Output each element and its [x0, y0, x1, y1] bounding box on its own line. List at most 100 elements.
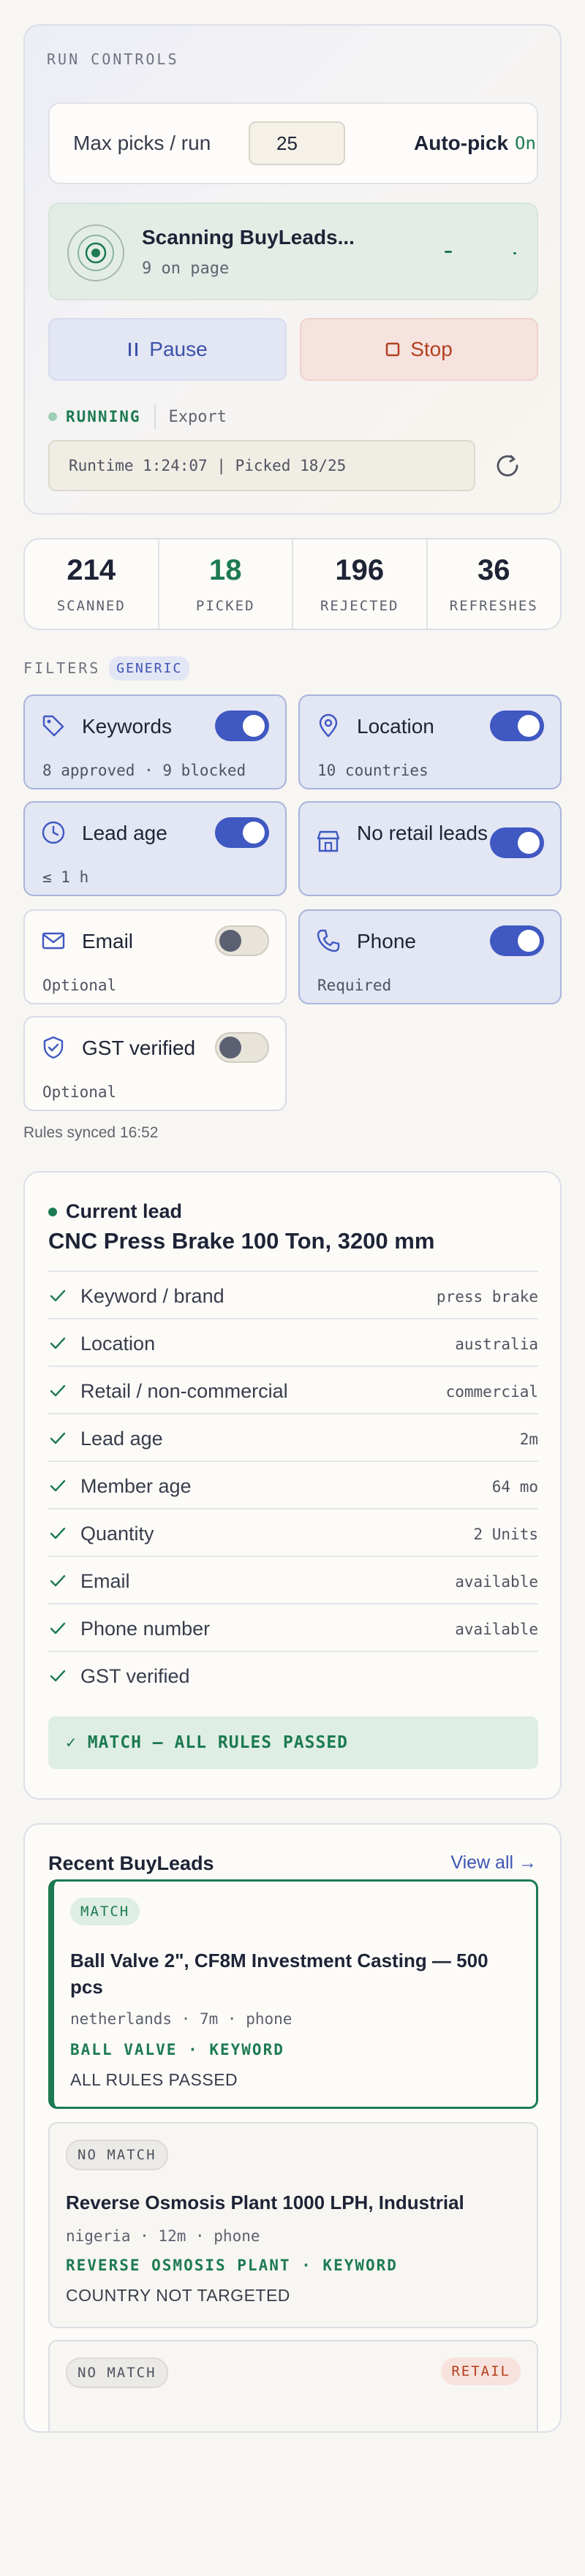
stop-button[interactable]: Stop — [300, 318, 538, 381]
stat-rejected: 196 REJECTED — [293, 539, 428, 629]
recent-lead-keyword: BALL VALVE · KEYWORD — [70, 2041, 284, 2058]
stat-value: 18 — [209, 554, 242, 586]
no-match-badge: NO MATCH — [66, 2140, 168, 2170]
refresh-icon[interactable] — [491, 450, 524, 482]
tag-icon — [42, 715, 64, 737]
rule-check-value: australia — [455, 1336, 538, 1353]
recent-lead-meta: nigeria · 12m · phone — [66, 2227, 260, 2245]
filter-location[interactable]: Location 10 countries — [298, 694, 562, 789]
check-icon — [50, 1480, 66, 1492]
filter-phone[interactable]: Phone Required — [298, 909, 562, 1004]
filter-toggle[interactable] — [490, 925, 544, 956]
rule-check-value: 2 Units — [473, 1526, 538, 1543]
filter-toggle[interactable] — [215, 925, 269, 956]
recent-lead-title: Reverse Osmosis Plant 1000 LPH, Industri… — [66, 2192, 464, 2213]
rule-check-value: 64 mo — [491, 1478, 538, 1496]
current-lead-heading-text: Current lead — [66, 1200, 183, 1222]
lead-status-dot — [48, 1207, 57, 1216]
recent-lead-item[interactable]: MATCH Ball Valve 2", CF8M Investment Cas… — [48, 1879, 538, 2109]
rule-check-row: Quantity 2 Units — [48, 1508, 538, 1556]
runtime-readout: Runtime 1:24:07 | Picked 18/25 — [48, 440, 475, 491]
recent-lead-item[interactable]: NO MATCH Reverse Osmosis Plant 1000 LPH,… — [48, 2122, 538, 2328]
filter-lead-age[interactable]: Lead age ≤ 1 h — [23, 801, 287, 896]
rules-synced-text: Rules synced 16:52 — [23, 1124, 159, 1141]
check-icon — [50, 1337, 66, 1349]
filter-subtext: Optional — [42, 1083, 117, 1101]
export-link[interactable]: Export — [169, 408, 227, 426]
pause-button[interactable]: Pause — [48, 318, 287, 381]
rule-check-value: 2m — [519, 1431, 538, 1448]
current-lead-title: CNC Press Brake 100 Ton, 3200 mm — [48, 1228, 435, 1254]
autopick-label[interactable]: Auto-pick — [414, 132, 508, 155]
filter-toggle[interactable] — [215, 1032, 269, 1063]
stat-scanned: 214 SCANNED — [25, 539, 159, 629]
rule-check-label: Email — [80, 1570, 130, 1592]
rule-check-label: Location — [80, 1333, 156, 1355]
filter-name: Email — [82, 930, 134, 952]
rule-check-list: Keyword / brand press brake Location austra… — [48, 1270, 538, 1698]
rule-check-value: available — [455, 1621, 538, 1638]
stat-label: SCANNED — [56, 598, 126, 614]
store-icon — [317, 830, 340, 852]
current-lead-card: Current lead CNC Press Brake 100 Ton, 32… — [23, 1171, 562, 1800]
stop-button-label: Stop — [410, 338, 453, 360]
stat-label: REFRESHES — [449, 598, 538, 614]
rule-check-row: Location australia — [48, 1318, 538, 1365]
match-result-banner: ✓ MATCH — ALL RULES PASSED — [48, 1716, 538, 1769]
filters-label: FILTERS — [23, 659, 101, 677]
retail-badge: RETAIL — [441, 2357, 521, 2385]
match-badge: MATCH — [70, 1898, 140, 1925]
filter-keywords[interactable]: Keywords 8 approved · 9 blocked — [23, 694, 287, 789]
filter-name: GST verified — [82, 1037, 196, 1059]
filter-toggle[interactable] — [215, 817, 269, 848]
pause-button-label: Pause — [149, 338, 208, 360]
scan-subtitle: 9 on page — [142, 260, 230, 278]
autopick-state[interactable]: On — [515, 133, 536, 154]
filter-gst-verified[interactable]: GST verified Optional — [23, 1016, 287, 1111]
filter-toggle[interactable] — [215, 711, 269, 741]
run-controls-label: RUN CONTROLS — [47, 50, 179, 68]
scan-progress-dash — [445, 251, 452, 253]
rule-check-row: Phone number available — [48, 1603, 538, 1651]
rule-check-row: Retail / non-commercial commercial — [48, 1365, 538, 1413]
check-icon — [50, 1622, 66, 1634]
max-picks-input[interactable]: 25 — [249, 121, 345, 165]
check-icon — [50, 1670, 66, 1682]
current-lead-heading: Current lead — [48, 1200, 182, 1223]
rule-check-row: Member age 64 mo — [48, 1461, 538, 1508]
filter-subtext: ≤ 1 h — [42, 868, 89, 886]
check-icon — [50, 1289, 66, 1302]
rule-check-label: Member age — [80, 1475, 192, 1497]
rule-check-row: Email available — [48, 1556, 538, 1603]
filter-toggle[interactable] — [490, 827, 544, 858]
filter-no-retail[interactable]: No retail leads — [298, 801, 562, 896]
rule-check-label: Keyword / brand — [80, 1285, 224, 1307]
check-icon — [50, 1384, 66, 1397]
filter-toggle[interactable] — [490, 711, 544, 741]
rule-check-row: GST verified — [48, 1651, 538, 1698]
phone-icon — [317, 929, 340, 952]
stat-value: 196 — [335, 554, 385, 586]
filter-subtext: 10 countries — [317, 762, 429, 779]
rule-check-value: commercial — [445, 1383, 538, 1401]
scan-status-box: Scanning BuyLeads... 9 on page — [48, 202, 538, 300]
rule-check-row: Lead age 2m — [48, 1413, 538, 1461]
recent-lead-title: Ball Valve 2", CF8M Investment Casting —… — [70, 1950, 488, 1998]
filter-subtext: Required — [317, 977, 392, 994]
stop-icon — [385, 342, 400, 357]
filter-name: Lead age — [82, 822, 167, 844]
filter-email[interactable]: Email Optional — [23, 909, 287, 1004]
mail-icon — [42, 932, 65, 950]
status-row: RUNNING Export — [48, 404, 227, 429]
rule-check-label: Lead age — [80, 1428, 163, 1450]
no-match-badge: NO MATCH — [66, 2357, 168, 2388]
filter-subtext: 8 approved · 9 blocked — [42, 762, 246, 779]
recent-lead-item[interactable]: NO MATCH RETAIL — [48, 2340, 538, 2431]
view-all-link[interactable]: View all → — [450, 1852, 537, 1874]
filter-name: No retail leads — [357, 822, 488, 844]
filters-mode-badge: GENERIC — [109, 656, 190, 681]
filter-subtext: Optional — [42, 977, 117, 994]
status-dot — [48, 412, 57, 421]
max-picks-label: Max picks / run — [73, 132, 211, 154]
status-text: RUNNING — [66, 408, 141, 425]
